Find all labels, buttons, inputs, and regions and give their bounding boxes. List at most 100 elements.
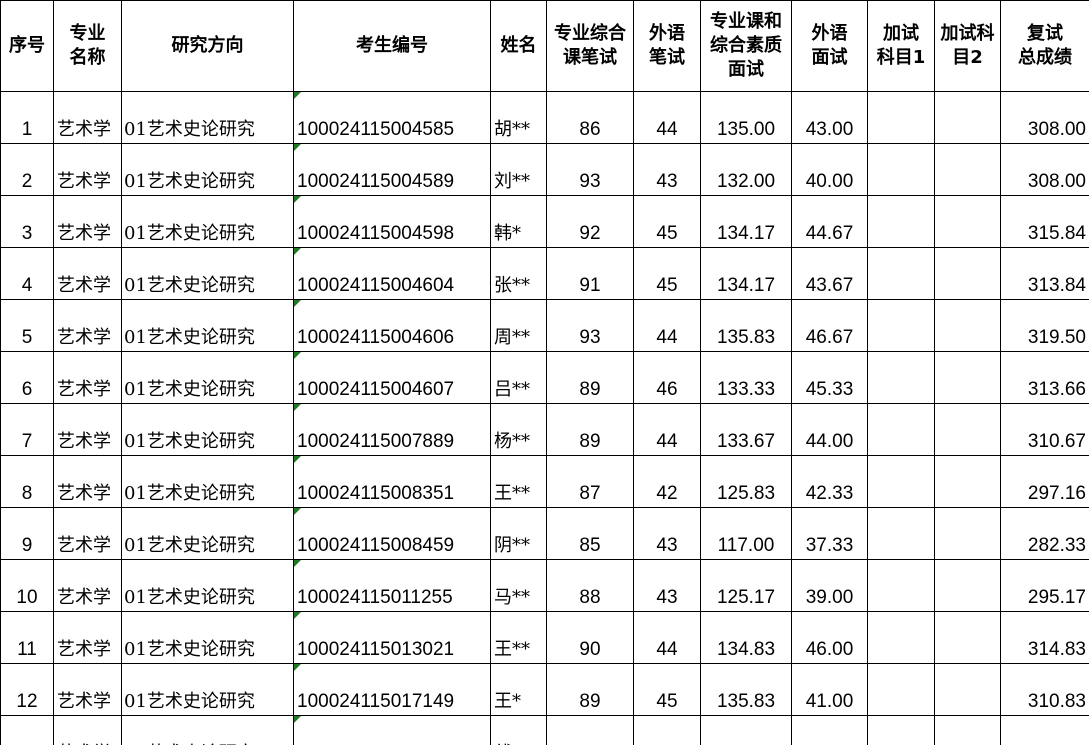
cell-extra1[interactable] — [867, 143, 935, 196]
cell-extra1[interactable] — [867, 559, 935, 612]
cell-direction[interactable]: 01艺术史论研究 — [121, 195, 294, 248]
cell-major[interactable]: 艺术学 — [53, 195, 122, 248]
cell-interview[interactable]: 134.83 — [700, 611, 792, 664]
cell-direction[interactable]: 01艺术史论研究 — [121, 715, 294, 745]
header-major[interactable]: 专业 名称 — [53, 0, 122, 92]
cell-candidate-id[interactable]: 100024115013021 — [293, 611, 491, 664]
cell-direction[interactable]: 01艺术史论研究 — [121, 663, 294, 716]
cell-extra2[interactable] — [934, 299, 1001, 352]
cell-seq[interactable]: 6 — [0, 351, 54, 404]
cell-seq[interactable]: 1 — [0, 91, 54, 144]
cell-candidate-id[interactable]: 100024115004604 — [293, 247, 491, 300]
cell-interview[interactable]: 135.83 — [700, 299, 792, 352]
cell-extra1[interactable] — [867, 91, 935, 144]
cell-total[interactable]: 282.33 — [1000, 507, 1089, 560]
cell-name[interactable]: 刘** — [490, 143, 547, 196]
cell-seq[interactable]: 4 — [0, 247, 54, 300]
cell-written[interactable]: 85 — [546, 507, 634, 560]
cell-written[interactable]: 92 — [546, 195, 634, 248]
header-extra1[interactable]: 加试 科目1 — [867, 0, 935, 92]
cell-lang-interview[interactable]: 40.00 — [791, 143, 868, 196]
cell-direction[interactable]: 01艺术史论研究 — [121, 299, 294, 352]
header-candidate-id[interactable]: 考生编号 — [293, 0, 491, 92]
cell-lang-interview[interactable]: 42.33 — [791, 455, 868, 508]
cell-extra1[interactable] — [867, 715, 935, 745]
cell-name[interactable]: 胡** — [490, 91, 547, 144]
cell-extra2[interactable] — [934, 715, 1001, 745]
cell-extra2[interactable] — [934, 247, 1001, 300]
cell-written[interactable]: 93 — [546, 715, 634, 745]
cell-seq[interactable]: 13 — [0, 715, 54, 745]
cell-candidate-id[interactable]: 100024115007889 — [293, 403, 491, 456]
cell-name[interactable]: 吕** — [490, 351, 547, 404]
cell-interview[interactable]: 134.17 — [700, 247, 792, 300]
cell-written[interactable]: 90 — [546, 611, 634, 664]
cell-candidate-id[interactable]: 100024115004589 — [293, 143, 491, 196]
cell-total[interactable]: 308.00 — [1000, 91, 1089, 144]
header-written[interactable]: 专业综合 课笔试 — [546, 0, 634, 92]
cell-candidate-id[interactable]: 100024115008459 — [293, 507, 491, 560]
cell-extra1[interactable] — [867, 351, 935, 404]
cell-interview[interactable]: 117.00 — [700, 507, 792, 560]
cell-written[interactable]: 91 — [546, 247, 634, 300]
cell-lang-interview[interactable]: 37.33 — [791, 507, 868, 560]
cell-total[interactable]: 310.67 — [1000, 403, 1089, 456]
cell-candidate-id[interactable]: 100024115008351 — [293, 455, 491, 508]
cell-candidate-id[interactable]: 100024115011255 — [293, 559, 491, 612]
header-lang-interview[interactable]: 外语 面试 — [791, 0, 868, 92]
cell-extra1[interactable] — [867, 195, 935, 248]
cell-extra1[interactable] — [867, 663, 935, 716]
cell-direction[interactable]: 01艺术史论研究 — [121, 611, 294, 664]
cell-interview[interactable]: 134.17 — [700, 195, 792, 248]
cell-lang-interview[interactable]: 46.67 — [791, 715, 868, 745]
cell-major[interactable]: 艺术学 — [53, 507, 122, 560]
cell-lang-interview[interactable]: 43.00 — [791, 91, 868, 144]
cell-name[interactable]: 周** — [490, 299, 547, 352]
cell-seq[interactable]: 8 — [0, 455, 54, 508]
header-interview[interactable]: 专业课和 综合素质 面试 — [700, 0, 792, 92]
cell-lang-interview[interactable]: 45.33 — [791, 351, 868, 404]
cell-total[interactable]: 310.83 — [1000, 663, 1089, 716]
cell-name[interactable]: 杨** — [490, 403, 547, 456]
cell-lang-interview[interactable]: 46.67 — [791, 299, 868, 352]
cell-name[interactable]: 韩* — [490, 195, 547, 248]
cell-candidate-id[interactable]: 100024115020600 — [293, 715, 491, 745]
cell-total[interactable]: 295.17 — [1000, 559, 1089, 612]
cell-major[interactable]: 艺术学 — [53, 559, 122, 612]
cell-lang-interview[interactable]: 43.67 — [791, 247, 868, 300]
cell-seq[interactable]: 5 — [0, 299, 54, 352]
cell-extra1[interactable] — [867, 455, 935, 508]
cell-lang-written[interactable]: 42 — [633, 455, 701, 508]
cell-extra2[interactable] — [934, 559, 1001, 612]
cell-extra2[interactable] — [934, 507, 1001, 560]
cell-direction[interactable]: 01艺术史论研究 — [121, 455, 294, 508]
cell-major[interactable]: 艺术学 — [53, 351, 122, 404]
cell-major[interactable]: 艺术学 — [53, 715, 122, 745]
cell-direction[interactable]: 01艺术史论研究 — [121, 403, 294, 456]
cell-written[interactable]: 89 — [546, 663, 634, 716]
cell-total[interactable]: 297.16 — [1000, 455, 1089, 508]
cell-name[interactable]: 阴** — [490, 507, 547, 560]
cell-lang-interview[interactable]: 46.00 — [791, 611, 868, 664]
cell-direction[interactable]: 01艺术史论研究 — [121, 91, 294, 144]
cell-direction[interactable]: 01艺术史论研究 — [121, 507, 294, 560]
cell-extra1[interactable] — [867, 247, 935, 300]
cell-seq[interactable]: 7 — [0, 403, 54, 456]
cell-lang-written[interactable]: 44 — [633, 403, 701, 456]
cell-total[interactable]: 321.34 — [1000, 715, 1089, 745]
cell-written[interactable]: 89 — [546, 351, 634, 404]
cell-major[interactable]: 艺术学 — [53, 299, 122, 352]
cell-seq[interactable]: 9 — [0, 507, 54, 560]
cell-interview[interactable]: 133.67 — [700, 403, 792, 456]
cell-interview[interactable]: 136.67 — [700, 715, 792, 745]
cell-total[interactable]: 314.83 — [1000, 611, 1089, 664]
cell-candidate-id[interactable]: 100024115004607 — [293, 351, 491, 404]
cell-lang-written[interactable]: 43 — [633, 507, 701, 560]
cell-extra2[interactable] — [934, 195, 1001, 248]
cell-name[interactable]: 张** — [490, 247, 547, 300]
cell-name[interactable]: 王* — [490, 663, 547, 716]
cell-major[interactable]: 艺术学 — [53, 455, 122, 508]
cell-interview[interactable]: 132.00 — [700, 143, 792, 196]
cell-extra2[interactable] — [934, 611, 1001, 664]
header-lang-written[interactable]: 外语 笔试 — [633, 0, 701, 92]
